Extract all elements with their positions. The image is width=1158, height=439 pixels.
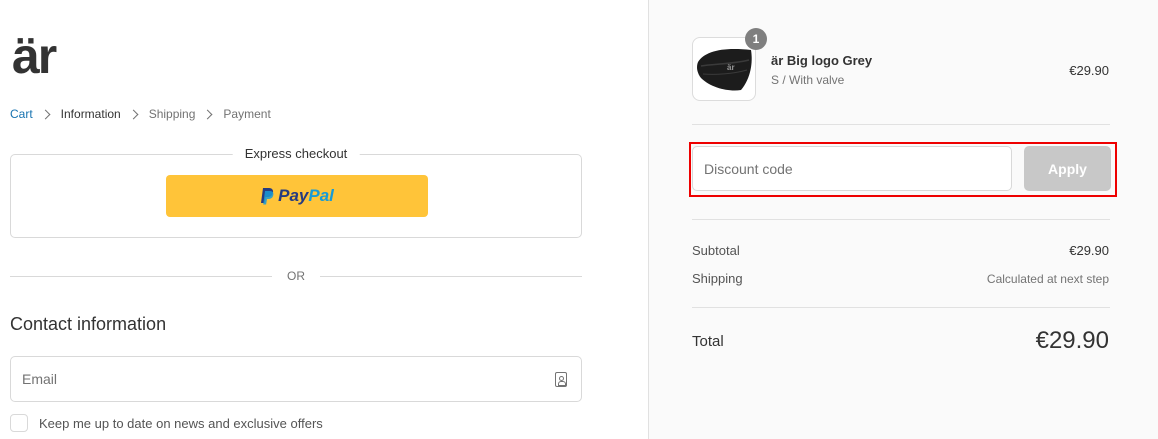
shipping-value: Calculated at next step xyxy=(986,272,1109,286)
chevron-right-icon xyxy=(202,109,213,119)
divider-line xyxy=(320,276,582,277)
or-divider: OR xyxy=(10,268,582,284)
paypal-pay-text: Pay xyxy=(278,186,309,205)
apply-discount-button[interactable]: Apply xyxy=(1024,146,1111,191)
paypal-icon xyxy=(260,187,274,205)
summary-divider xyxy=(692,307,1110,308)
breadcrumb-shipping: Shipping xyxy=(148,107,196,121)
express-checkout: Express checkout PayPal xyxy=(10,146,582,238)
product-price: €29.90 xyxy=(1069,63,1109,78)
breadcrumb-payment: Payment xyxy=(223,107,271,121)
paypal-pal-text: Pal xyxy=(308,186,334,205)
divider-line xyxy=(10,276,272,277)
product-name: är Big logo Grey xyxy=(771,53,873,68)
paypal-button[interactable]: PayPal xyxy=(166,175,428,217)
order-summary: är 1 är Big logo Grey S / With valve €29… xyxy=(648,0,1158,439)
face-mask-icon: är xyxy=(697,49,752,91)
newsletter-checkbox[interactable] xyxy=(10,414,28,432)
checkout-main: är Cart Information Shipping Payment Exp… xyxy=(0,0,648,439)
quantity-badge: 1 xyxy=(745,28,767,50)
chevron-right-icon xyxy=(40,109,51,119)
newsletter-label: Keep me up to date on news and exclusive… xyxy=(39,415,323,431)
mask-logo-mark: är xyxy=(727,63,735,72)
product-variant: S / With valve xyxy=(771,73,845,87)
or-text: OR xyxy=(287,269,305,283)
contact-card-icon[interactable] xyxy=(555,372,567,387)
contact-information-title: Contact information xyxy=(10,314,167,334)
email-field[interactable] xyxy=(10,356,582,402)
subtotal-label: Subtotal xyxy=(692,243,740,258)
breadcrumb-information: Information xyxy=(60,107,121,121)
express-checkout-title: Express checkout xyxy=(232,146,360,161)
shipping-label: Shipping xyxy=(692,271,743,286)
newsletter-option[interactable]: Keep me up to date on news and exclusive… xyxy=(10,414,323,432)
product-thumbnail: är 1 xyxy=(692,28,767,101)
email-input[interactable] xyxy=(11,357,531,401)
total-label: Total xyxy=(692,333,724,350)
paypal-logo: PayPal xyxy=(278,186,334,206)
store-logo[interactable]: är xyxy=(12,28,57,84)
chevron-right-icon xyxy=(128,109,139,119)
total-value: €29.90 xyxy=(1035,327,1109,354)
summary-divider xyxy=(692,124,1110,125)
subtotal-value: €29.90 xyxy=(1069,243,1109,258)
discount-code-input[interactable] xyxy=(692,146,1012,191)
summary-divider xyxy=(692,219,1110,220)
breadcrumb: Cart Information Shipping Payment xyxy=(10,107,271,121)
breadcrumb-cart[interactable]: Cart xyxy=(10,107,33,121)
